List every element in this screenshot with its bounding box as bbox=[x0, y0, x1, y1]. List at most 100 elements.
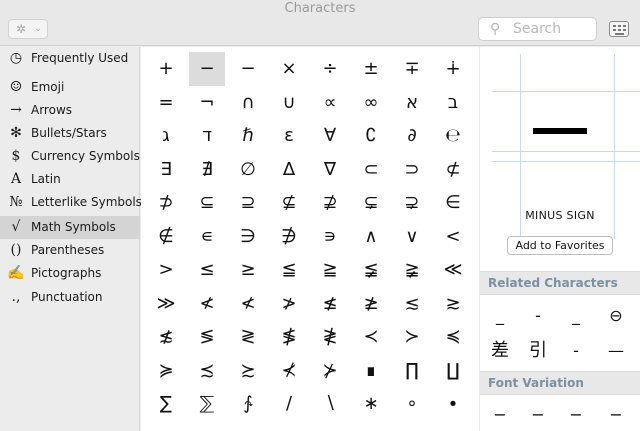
related-character[interactable]: - bbox=[520, 300, 556, 332]
character-cell[interactable]: ∍ bbox=[312, 220, 348, 254]
character-cell[interactable]: ∇ bbox=[312, 153, 348, 187]
search-input[interactable] bbox=[513, 20, 593, 38]
character-cell[interactable]: ≾ bbox=[189, 354, 225, 388]
character-cell[interactable]: ∂ bbox=[394, 119, 430, 153]
character-cell[interactable]: ≦ bbox=[271, 253, 307, 287]
sidebar-item-currency-symbols[interactable]: $ Currency Symbols bbox=[0, 145, 140, 168]
character-cell[interactable]: > bbox=[148, 253, 184, 287]
sidebar-item-frequently-used[interactable]: ◷ Frequently Used bbox=[0, 47, 140, 70]
font-variation-glyph[interactable]: − bbox=[482, 399, 518, 431]
character-cell[interactable]: ≤ bbox=[189, 253, 225, 287]
character-cell[interactable]: ≲ bbox=[394, 287, 430, 321]
character-cell[interactable]: ≼ bbox=[435, 320, 471, 354]
character-cell[interactable]: ∞ bbox=[353, 86, 389, 120]
character-cell[interactable]: ≨ bbox=[353, 253, 389, 287]
character-cell[interactable]: ⊀ bbox=[271, 354, 307, 388]
character-cell[interactable]: ≮ bbox=[230, 287, 266, 321]
character-cell[interactable]: ∨ bbox=[394, 220, 430, 254]
sidebar-item-arrows[interactable]: → Arrows bbox=[0, 99, 140, 122]
character-cell[interactable]: ≿ bbox=[230, 354, 266, 388]
character-cell[interactable]: ≻ bbox=[394, 320, 430, 354]
character-cell[interactable]: ≴ bbox=[148, 320, 184, 354]
character-cell[interactable]: ב bbox=[435, 86, 471, 120]
add-to-favorites-button[interactable]: Add to Favorites bbox=[507, 236, 613, 255]
keyboard-viewer-button[interactable] bbox=[609, 21, 629, 37]
sidebar-item-emoji[interactable]: ☺ Emoji bbox=[0, 76, 140, 99]
character-cell[interactable]: ∙ bbox=[435, 387, 471, 421]
character-cell[interactable]: ⊈ bbox=[271, 186, 307, 220]
character-cell[interactable]: ∝ bbox=[312, 86, 348, 120]
character-cell[interactable]: ≱ bbox=[353, 287, 389, 321]
character-cell[interactable]: ≸ bbox=[271, 320, 307, 354]
character-cell[interactable]: ∩ bbox=[230, 86, 266, 120]
character-cell[interactable]: ∔ bbox=[435, 52, 471, 86]
character-cell[interactable]: × bbox=[271, 52, 307, 86]
related-character[interactable]: _ bbox=[558, 300, 594, 332]
character-cell[interactable]: ∀ bbox=[312, 119, 348, 153]
character-cell[interactable]: ∱ bbox=[230, 387, 266, 421]
character-cell[interactable]: − bbox=[230, 52, 266, 86]
sidebar-item-pictographs[interactable]: ✍ Pictographs bbox=[0, 262, 140, 285]
character-cell[interactable]: ∧ bbox=[353, 220, 389, 254]
character-cell[interactable]: ∘ bbox=[394, 387, 430, 421]
character-cell[interactable]: ∑ bbox=[148, 387, 184, 421]
character-cell[interactable]: ÷ bbox=[312, 52, 348, 86]
character-cell[interactable]: ⊉ bbox=[312, 186, 348, 220]
font-variation-glyph[interactable]: − bbox=[598, 399, 634, 431]
character-cell[interactable]: ∏ bbox=[394, 354, 430, 388]
character-cell[interactable]: ≩ bbox=[394, 253, 430, 287]
character-cell[interactable]: ≶ bbox=[189, 320, 225, 354]
character-cell[interactable]: ∖ bbox=[312, 387, 348, 421]
character-cell[interactable]: ⊅ bbox=[148, 186, 184, 220]
character-cell[interactable]: ≰ bbox=[312, 287, 348, 321]
character-cell[interactable]: ± bbox=[353, 52, 389, 86]
character-cell[interactable]: ≳ bbox=[435, 287, 471, 321]
character-cell[interactable]: ד bbox=[189, 119, 225, 153]
character-cell[interactable]: ∐ bbox=[435, 354, 471, 388]
font-variation-glyph[interactable]: − bbox=[558, 399, 594, 431]
character-cell[interactable]: ⊃ bbox=[394, 153, 430, 187]
character-cell[interactable]: ≽ bbox=[148, 354, 184, 388]
character-cell[interactable]: ⊋ bbox=[394, 186, 430, 220]
character-cell[interactable]: ∈ bbox=[435, 186, 471, 220]
character-cell[interactable]: ⊄ bbox=[435, 153, 471, 187]
search-box[interactable]: ⚲ bbox=[478, 17, 597, 41]
character-cell[interactable]: < bbox=[435, 220, 471, 254]
character-cell[interactable]: ¬ bbox=[189, 86, 225, 120]
related-character[interactable]: 差 bbox=[482, 335, 518, 367]
character-cell[interactable]: ∪ bbox=[271, 86, 307, 120]
character-cell[interactable]: ∅ bbox=[230, 153, 266, 187]
character-cell[interactable]: ∄ bbox=[189, 153, 225, 187]
character-cell[interactable]: ≪ bbox=[435, 253, 471, 287]
character-cell[interactable]: ≧ bbox=[312, 253, 348, 287]
character-cell[interactable]: ⅀ bbox=[189, 387, 225, 421]
character-cell[interactable]: ≹ bbox=[312, 320, 348, 354]
character-cell[interactable]: − bbox=[189, 52, 225, 86]
character-cell[interactable]: ≯ bbox=[271, 287, 307, 321]
character-cell[interactable]: ≥ bbox=[230, 253, 266, 287]
sidebar-item-math-symbols[interactable]: √ Math Symbols bbox=[0, 216, 140, 239]
character-cell[interactable]: ℏ bbox=[230, 119, 266, 153]
action-menu-button[interactable]: ✲ ⌄ bbox=[8, 19, 48, 39]
character-cell[interactable]: ≷ bbox=[230, 320, 266, 354]
character-cell[interactable]: = bbox=[148, 86, 184, 120]
character-cell[interactable]: ∕ bbox=[271, 387, 307, 421]
character-cell[interactable]: ⊊ bbox=[353, 186, 389, 220]
sidebar-item-latin[interactable]: A Latin bbox=[0, 168, 140, 191]
character-cell[interactable]: ε bbox=[271, 119, 307, 153]
character-cell[interactable]: ≺ bbox=[353, 320, 389, 354]
character-cell[interactable]: א bbox=[394, 86, 430, 120]
character-cell[interactable]: ∃ bbox=[148, 153, 184, 187]
character-cell[interactable]: + bbox=[148, 52, 184, 86]
related-character[interactable]: - bbox=[558, 335, 594, 367]
related-character[interactable]: ⊖ bbox=[598, 300, 634, 332]
related-character[interactable]: _ bbox=[482, 300, 518, 332]
character-cell[interactable]: ∗ bbox=[353, 387, 389, 421]
character-cell[interactable]: ג bbox=[148, 119, 184, 153]
sidebar-item-letterlike-symbols[interactable]: № Letterlike Symbols bbox=[0, 191, 142, 214]
related-character[interactable]: — bbox=[598, 335, 634, 367]
sidebar-item-bullets-stars[interactable]: ✻ Bullets/Stars bbox=[0, 122, 140, 145]
character-cell[interactable]: ⊁ bbox=[312, 354, 348, 388]
character-cell[interactable]: ∋ bbox=[230, 220, 266, 254]
character-cell[interactable]: ⊇ bbox=[230, 186, 266, 220]
